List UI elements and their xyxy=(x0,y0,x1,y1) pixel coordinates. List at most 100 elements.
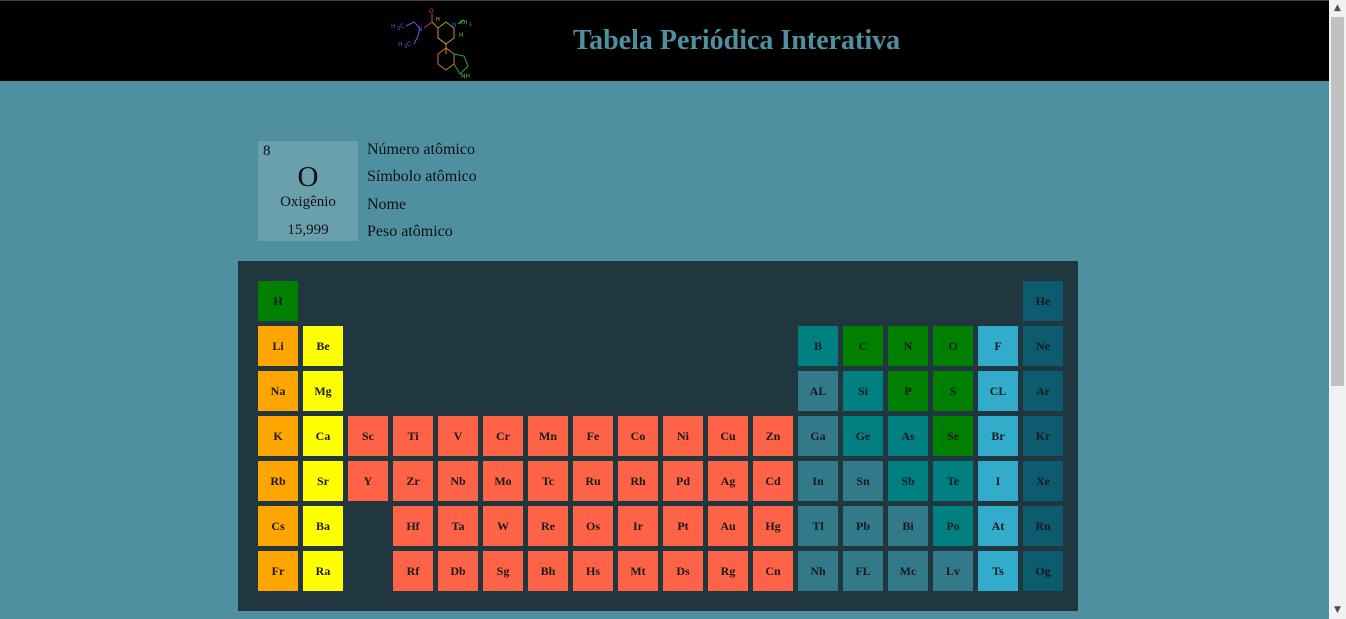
element-pt[interactable]: Pt xyxy=(663,506,703,546)
element-zr[interactable]: Zr xyxy=(393,461,433,501)
element-rb[interactable]: Rb xyxy=(258,461,298,501)
element-o[interactable]: O xyxy=(933,326,973,366)
element-sb[interactable]: Sb xyxy=(888,461,928,501)
element-cu[interactable]: Cu xyxy=(708,416,748,456)
element-se[interactable]: Se xyxy=(933,416,973,456)
element-ar[interactable]: Ar xyxy=(1023,371,1063,411)
element-sg[interactable]: Sg xyxy=(483,551,523,591)
svg-text:N: N xyxy=(418,26,423,33)
element-mo[interactable]: Mo xyxy=(483,461,523,501)
scroll-down-arrow-icon[interactable]: ▼ xyxy=(1329,602,1346,619)
element-b[interactable]: B xyxy=(798,326,838,366)
element-bh[interactable]: Bh xyxy=(528,551,568,591)
element-i[interactable]: I xyxy=(978,461,1018,501)
element-pb[interactable]: Pb xyxy=(843,506,883,546)
element-ag[interactable]: Ag xyxy=(708,461,748,501)
element-po[interactable]: Po xyxy=(933,506,973,546)
element-au[interactable]: Au xyxy=(708,506,748,546)
element-br[interactable]: Br xyxy=(978,416,1018,456)
element-n[interactable]: N xyxy=(888,326,928,366)
vertical-scrollbar[interactable]: ▲ ▼ xyxy=(1329,0,1346,619)
element-p[interactable]: P xyxy=(888,371,928,411)
element-al[interactable]: AL xyxy=(798,371,838,411)
element-rn[interactable]: Rn xyxy=(1023,506,1063,546)
element-tl[interactable]: Tl xyxy=(798,506,838,546)
element-w[interactable]: W xyxy=(483,506,523,546)
element-f[interactable]: F xyxy=(978,326,1018,366)
element-ru[interactable]: Ru xyxy=(573,461,613,501)
scroll-thumb[interactable] xyxy=(1331,17,1344,386)
element-ra[interactable]: Ra xyxy=(303,551,343,591)
element-cr[interactable]: Cr xyxy=(483,416,523,456)
element-as[interactable]: As xyxy=(888,416,928,456)
element-h[interactable]: H xyxy=(258,281,298,321)
element-sr[interactable]: Sr xyxy=(303,461,343,501)
element-tc[interactable]: Tc xyxy=(528,461,568,501)
legend-atomic-number: 8 xyxy=(263,143,271,159)
element-ca[interactable]: Ca xyxy=(303,416,343,456)
element-re[interactable]: Re xyxy=(528,506,568,546)
element-in[interactable]: In xyxy=(798,461,838,501)
element-k[interactable]: K xyxy=(258,416,298,456)
element-at[interactable]: At xyxy=(978,506,1018,546)
page-title: Tabela Periódica Interativa xyxy=(573,25,901,56)
element-ne[interactable]: Ne xyxy=(1023,326,1063,366)
element-xe[interactable]: Xe xyxy=(1023,461,1063,501)
element-fl[interactable]: FL xyxy=(843,551,883,591)
element-be[interactable]: Be xyxy=(303,326,343,366)
element-zn[interactable]: Zn xyxy=(753,416,793,456)
legend-element-card: 8 O Oxigênio 15,999 xyxy=(258,141,358,241)
element-cd[interactable]: Cd xyxy=(753,461,793,501)
element-ti[interactable]: Ti xyxy=(393,416,433,456)
element-ga[interactable]: Ga xyxy=(798,416,838,456)
element-mt[interactable]: Mt xyxy=(618,551,658,591)
element-rg[interactable]: Rg xyxy=(708,551,748,591)
element-nh[interactable]: Nh xyxy=(798,551,838,591)
element-hg[interactable]: Hg xyxy=(753,506,793,546)
svg-text:H: H xyxy=(459,32,464,39)
element-c[interactable]: C xyxy=(843,326,883,366)
element-te[interactable]: Te xyxy=(933,461,973,501)
legend-element-name: Oxigênio xyxy=(280,194,336,210)
element-na[interactable]: Na xyxy=(258,371,298,411)
svg-text:3: 3 xyxy=(469,22,472,27)
element-rf[interactable]: Rf xyxy=(393,551,433,591)
element-v[interactable]: V xyxy=(438,416,478,456)
element-y[interactable]: Y xyxy=(348,461,388,501)
element-s[interactable]: S xyxy=(933,371,973,411)
element-lv[interactable]: Lv xyxy=(933,551,973,591)
element-nb[interactable]: Nb xyxy=(438,461,478,501)
element-cl[interactable]: CL xyxy=(978,371,1018,411)
element-li[interactable]: Li xyxy=(258,326,298,366)
element-kr[interactable]: Kr xyxy=(1023,416,1063,456)
element-sn[interactable]: Sn xyxy=(843,461,883,501)
element-mc[interactable]: Mc xyxy=(888,551,928,591)
element-ge[interactable]: Ge xyxy=(843,416,883,456)
element-fr[interactable]: Fr xyxy=(258,551,298,591)
element-ta[interactable]: Ta xyxy=(438,506,478,546)
element-og[interactable]: Og xyxy=(1023,551,1063,591)
element-ds[interactable]: Ds xyxy=(663,551,703,591)
element-rh[interactable]: Rh xyxy=(618,461,658,501)
element-ts[interactable]: Ts xyxy=(978,551,1018,591)
element-bi[interactable]: Bi xyxy=(888,506,928,546)
element-mg[interactable]: Mg xyxy=(303,371,343,411)
element-pd[interactable]: Pd xyxy=(663,461,703,501)
element-sc[interactable]: Sc xyxy=(348,416,388,456)
element-db[interactable]: Db xyxy=(438,551,478,591)
element-si[interactable]: Si xyxy=(843,371,883,411)
scroll-up-arrow-icon[interactable]: ▲ xyxy=(1329,0,1346,17)
element-hf[interactable]: Hf xyxy=(393,506,433,546)
element-cn[interactable]: Cn xyxy=(753,551,793,591)
element-ba[interactable]: Ba xyxy=(303,506,343,546)
element-os[interactable]: Os xyxy=(573,506,613,546)
element-cs[interactable]: Cs xyxy=(258,506,298,546)
element-hs[interactable]: Hs xyxy=(573,551,613,591)
element-he[interactable]: He xyxy=(1023,281,1063,321)
element-mn[interactable]: Mn xyxy=(528,416,568,456)
svg-text:H: H xyxy=(391,23,396,30)
element-ir[interactable]: Ir xyxy=(618,506,658,546)
element-fe[interactable]: Fe xyxy=(573,416,613,456)
element-ni[interactable]: Ni xyxy=(663,416,703,456)
element-co[interactable]: Co xyxy=(618,416,658,456)
